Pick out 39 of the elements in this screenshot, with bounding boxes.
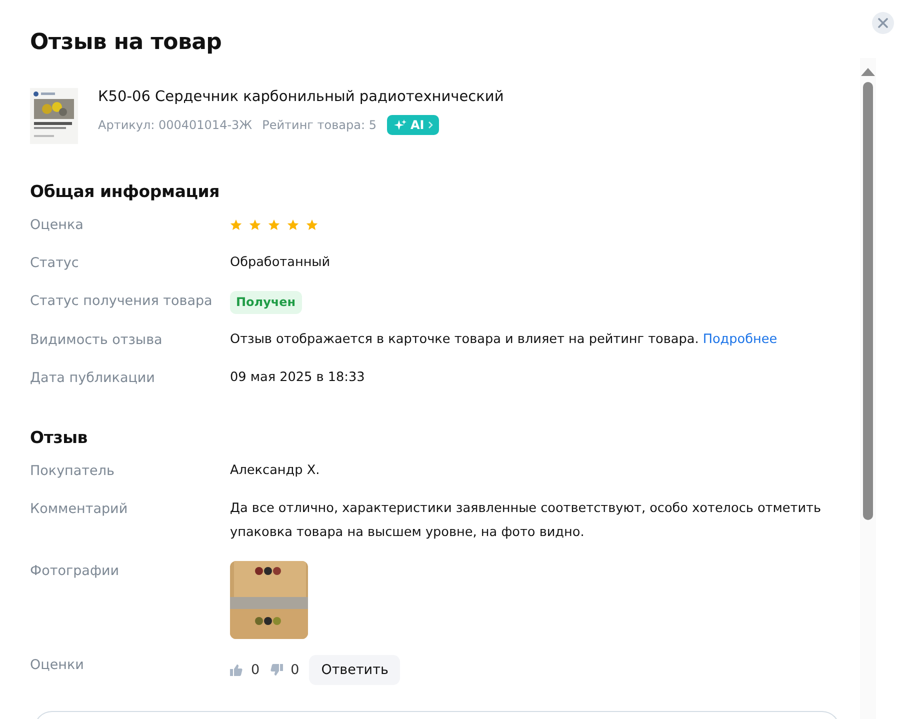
like-button[interactable]: 0 — [230, 662, 260, 678]
star-icon — [249, 219, 261, 231]
dislike-button[interactable]: 0 — [270, 662, 300, 678]
product-rating: Рейтинг товара: 5 — [262, 118, 377, 132]
field-label: Оценка — [30, 216, 84, 235]
close-icon — [878, 18, 888, 28]
field-label: Статус — [30, 254, 80, 273]
star-icon — [306, 219, 318, 231]
thumbs-up-icon — [230, 664, 243, 676]
field-label: Статус получения товара — [30, 292, 214, 311]
field-label: Покупатель — [30, 462, 116, 481]
details-link[interactable]: Подробнее — [702, 332, 778, 347]
star-icon — [268, 219, 280, 231]
chevron-right-icon — [428, 121, 434, 129]
field-label: Видимость отзыва — [30, 331, 164, 350]
star-icon — [287, 219, 299, 231]
field-label: Комментарий — [30, 500, 129, 519]
scrollbar-thumb[interactable] — [863, 82, 873, 520]
dialog-title: Отзыв на товар — [30, 30, 222, 57]
field-label: Дата публикации — [30, 369, 156, 388]
thumbs-down-icon — [270, 664, 283, 676]
section-heading: Общая информация — [30, 182, 221, 201]
reply-button[interactable]: Ответить — [309, 655, 400, 685]
star-icon — [230, 219, 242, 231]
field-value: Обработанный — [230, 254, 332, 272]
scrollbar[interactable] — [860, 58, 876, 719]
status-badge: Получен — [230, 291, 302, 314]
field-value: Да все отлично, характеристики заявленные соответствуют, особо хотелось отметить упаковка товара на высшем уровне, на фото видно. — [230, 500, 822, 542]
scroll-up-icon — [861, 68, 875, 76]
close-button[interactable] — [872, 12, 894, 34]
article-number: Артикул: 000401014-3Ж — [98, 118, 252, 132]
sparkle-icon — [392, 119, 407, 131]
product-name: К50-06 Сердечник карбонильный радиотехнический — [98, 89, 504, 105]
field-value: 09 мая 2025 в 18:33 — [230, 369, 366, 387]
field-value: Александр Х. — [230, 462, 321, 480]
field-label: Оценки — [30, 656, 85, 675]
field-label: Фотографии — [30, 562, 120, 581]
section-heading: Отзыв — [30, 428, 89, 447]
visibility-text: Отзыв отображается в карточке товара и влияет на рейтинг товара. Подробнее — [230, 331, 778, 349]
